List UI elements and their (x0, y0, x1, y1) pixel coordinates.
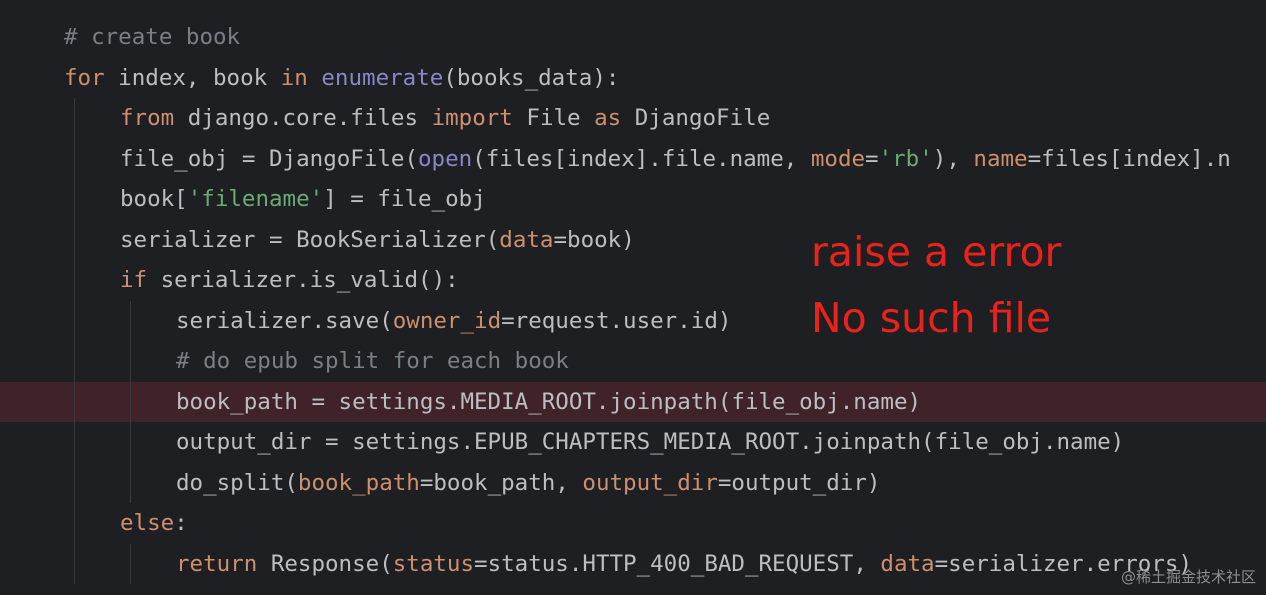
code-token: =files[index].n (1027, 145, 1231, 172)
code-token: (books_data): (443, 64, 620, 91)
annotation-no-such-file: No such file (811, 294, 1052, 342)
code-token: (files[index].file.name, (472, 145, 811, 172)
code-text: # do epub split for each book (176, 341, 569, 381)
code-token: from (120, 105, 175, 131)
code-token: 'filename' (187, 186, 324, 212)
code-token: ), (932, 145, 974, 172)
code-token: # create book (64, 24, 241, 50)
annotation-raise-error: raise a error (811, 228, 1062, 276)
code-text: # create book (64, 17, 240, 57)
code-token: owner_id (392, 307, 502, 334)
code-token: = (865, 145, 879, 172)
indent-guide (130, 300, 131, 503)
code-token: =book_path, (419, 469, 583, 496)
code-token: : (174, 510, 188, 536)
indent-guide (74, 98, 75, 584)
code-token: serializer.is_valid(): (147, 267, 459, 293)
code-line[interactable]: # create book (0, 17, 1266, 57)
code-token: mode (810, 145, 866, 172)
code-token: =status.HTTP_400_BAD_REQUEST, (474, 550, 881, 577)
code-token: do_split( (176, 469, 298, 496)
code-token: ] = file_obj (323, 186, 486, 212)
code-token: =book) (553, 226, 635, 253)
code-line[interactable]: file_obj = DjangoFile(open(files[index].… (0, 139, 1266, 179)
code-token: as (594, 105, 622, 131)
indent-guide (130, 543, 131, 584)
code-token: output_dir = settings.EPUB_CHAPTERS_MEDI… (176, 429, 1125, 455)
code-token: Response( (257, 550, 393, 577)
code-token: django.core.files (174, 105, 432, 131)
code-text: if serializer.is_valid(): (120, 260, 459, 300)
code-line[interactable]: return Response(status=status.HTTP_400_B… (0, 544, 1266, 584)
code-line[interactable]: output_dir = settings.EPUB_CHAPTERS_MEDI… (0, 422, 1266, 462)
code-token: serializer = BookSerializer( (120, 226, 500, 253)
code-text: else: (120, 503, 188, 543)
code-text: serializer = BookSerializer(data=book) (120, 220, 635, 260)
code-editor[interactable]: # create book for index, book in enumerat… (0, 0, 1266, 595)
code-token: =request.user.id) (501, 307, 732, 334)
code-line[interactable]: book['filename'] = file_obj (0, 179, 1266, 219)
code-line[interactable]: do_split(book_path=book_path, output_dir… (0, 463, 1266, 503)
code-token: enumerate (321, 64, 444, 91)
code-token: serializer.save( (176, 307, 393, 334)
code-line[interactable]: for index, book in enumerate(books_data)… (0, 58, 1266, 98)
code-line[interactable]: serializer.save(owner_id=request.user.id… (0, 301, 1266, 341)
code-token: status (392, 550, 475, 577)
code-token: index, book (104, 64, 281, 91)
code-line[interactable]: serializer = BookSerializer(data=book) (0, 220, 1266, 260)
code-text: book['filename'] = file_obj (120, 179, 486, 219)
code-token: DjangoFile (621, 105, 771, 131)
code-token: # do epub split for each book (176, 348, 569, 374)
code-text: output_dir = settings.EPUB_CHAPTERS_MEDI… (176, 422, 1124, 462)
code-text: do_split(book_path=book_path, output_dir… (176, 463, 880, 503)
code-token: file_obj = DjangoFile( (120, 145, 419, 172)
code-text: from django.core.files import File as Dj… (120, 98, 770, 138)
code-text: return Response(status=status.HTTP_400_B… (176, 544, 1192, 584)
code-token: else (120, 510, 175, 536)
code-token: output_dir (582, 469, 718, 496)
code-token: return (176, 550, 258, 577)
code-line[interactable]: # do epub split for each book (0, 341, 1266, 381)
code-token: book_path (297, 469, 420, 496)
code-line-error[interactable]: book_path = settings.MEDIA_ROOT.joinpath… (0, 381, 1266, 422)
code-token: if (120, 267, 148, 293)
code-line[interactable]: if serializer.is_valid(): (0, 260, 1266, 300)
code-text: book_path = settings.MEDIA_ROOT.joinpath… (176, 382, 921, 422)
code-line[interactable]: from django.core.files import File as Dj… (0, 98, 1266, 138)
code-line[interactable]: else: (0, 503, 1266, 543)
code-token: data (499, 226, 554, 253)
code-token: =output_dir) (717, 469, 881, 496)
code-token: data (880, 550, 935, 577)
code-token: name (973, 145, 1028, 172)
code-token: 'rb' (878, 145, 933, 172)
watermark: @稀土掘金技术社区 (1120, 568, 1256, 586)
code-text: file_obj = DjangoFile(open(files[index].… (120, 139, 1231, 179)
code-token: in (280, 64, 308, 91)
code-token: book_path = settings.MEDIA_ROOT.joinpath… (176, 388, 922, 415)
code-token: open (418, 145, 473, 172)
code-text: serializer.save(owner_id=request.user.id… (176, 301, 731, 341)
code-token: File (512, 105, 595, 131)
code-text: for index, book in enumerate(books_data)… (64, 58, 619, 98)
code-token: book[ (120, 186, 188, 212)
code-token: for (64, 64, 105, 91)
code-token: import (431, 105, 513, 131)
